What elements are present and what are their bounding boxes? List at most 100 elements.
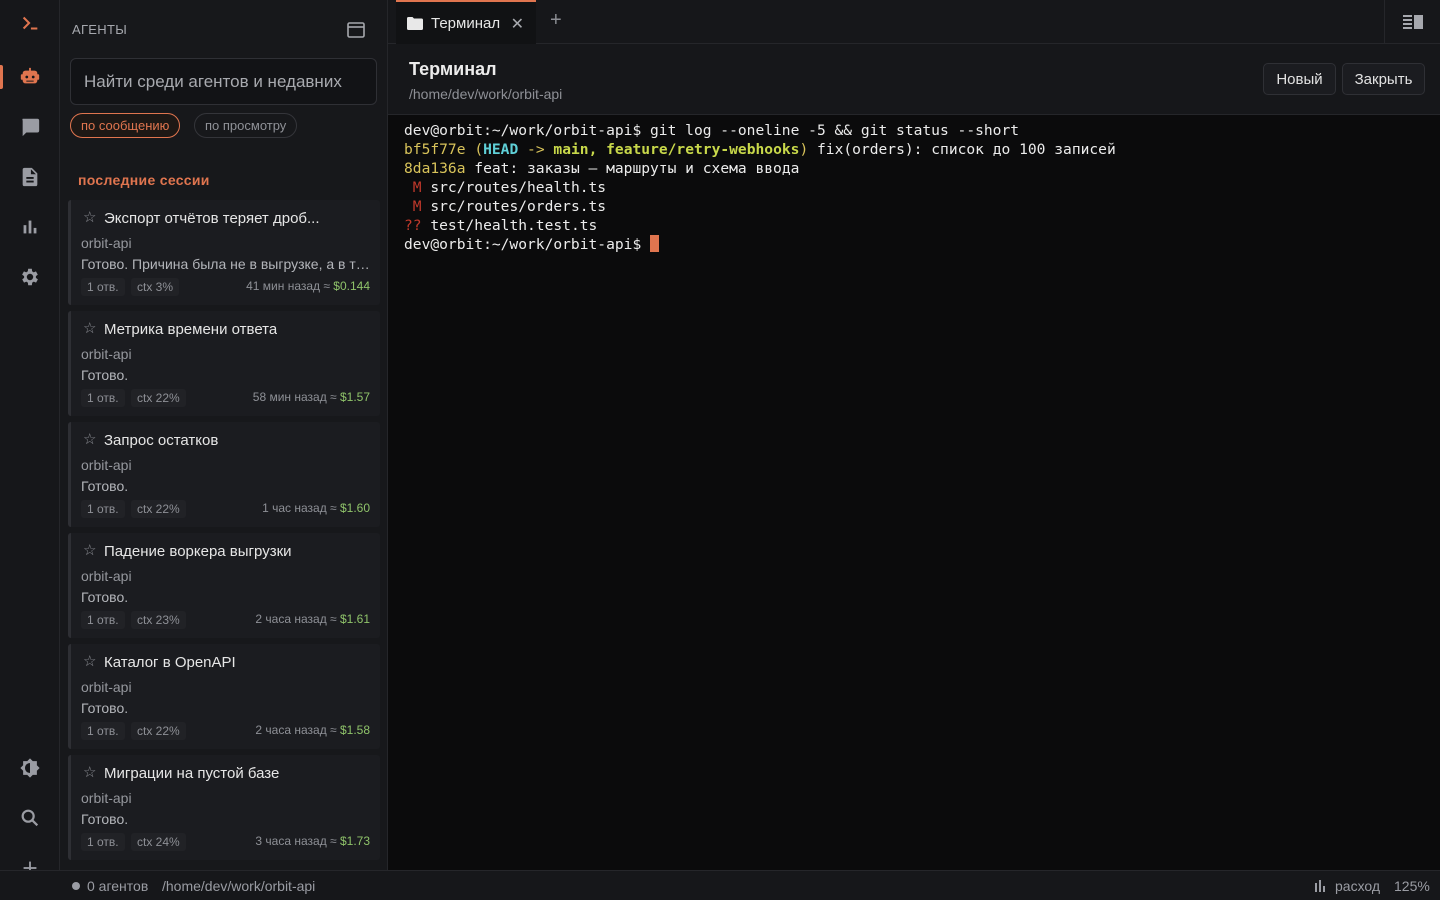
- document-icon[interactable]: [0, 157, 60, 197]
- star-icon[interactable]: ☆: [83, 652, 96, 670]
- session-meta: 58 мин назад ≈ $1.57: [253, 390, 370, 404]
- session-preview: Готово.: [81, 367, 129, 383]
- terminal-header: Терминал /home/dev/work/orbit-api Новый …: [388, 44, 1440, 115]
- status-flag: M: [404, 178, 422, 196]
- tab-terminal[interactable]: Терминал ✕: [396, 0, 536, 44]
- session-ctx: ctx 22%: [131, 500, 186, 518]
- session-replies: 1 отв.: [81, 389, 125, 407]
- star-icon[interactable]: ☆: [83, 208, 96, 226]
- prompt: dev@orbit:~/work/orbit-api$: [404, 122, 651, 139]
- session-card[interactable]: ☆ Метрика времени ответа orbit-api Готов…: [68, 311, 380, 416]
- terminal-prompt-icon[interactable]: [0, 3, 60, 43]
- session-card[interactable]: ☆ Запрос остатков orbit-api Готово. 1 от…: [68, 422, 380, 527]
- filter-by-message[interactable]: по сообщению: [70, 113, 181, 138]
- session-repo: orbit-api: [81, 679, 132, 695]
- session-card[interactable]: ☆ Каталог в OpenAPI orbit-api Готово. 1 …: [68, 644, 380, 749]
- session-replies: 1 отв.: [81, 722, 125, 740]
- session-cost: $1.61: [339, 612, 370, 626]
- tab-label: Терминал: [431, 14, 501, 32]
- session-cost: $1.57: [339, 390, 370, 404]
- head-ref: HEAD: [483, 140, 519, 158]
- star-icon[interactable]: ☆: [83, 319, 96, 337]
- session-ctx: ctx 23%: [131, 611, 186, 629]
- recent-sessions-title: последние сессии: [78, 172, 210, 188]
- session-repo: orbit-api: [81, 457, 132, 473]
- usage-button[interactable]: расход: [1335, 878, 1380, 894]
- session-time: 1 час назад ≈: [262, 501, 337, 515]
- tab-bar: Терминал ✕ +: [388, 0, 1440, 44]
- status-path: /home/dev/work/orbit-api: [162, 878, 316, 894]
- session-preview: Готово.: [81, 478, 129, 494]
- session-preview: Готово. Причина была не в выгрузке, а в …: [81, 256, 371, 272]
- session-repo: orbit-api: [81, 568, 132, 584]
- agents-search-input[interactable]: [70, 58, 377, 105]
- session-time: 58 мин назад ≈: [252, 390, 337, 404]
- commit-hash: bf5f77e: [404, 140, 466, 158]
- session-time: 3 часа назад ≈: [255, 834, 337, 848]
- session-cost: $0.144: [333, 279, 370, 293]
- close-icon[interactable]: ✕: [511, 14, 524, 34]
- ref-arrow: ->: [518, 140, 554, 158]
- session-ctx: ctx 22%: [131, 389, 186, 407]
- session-title: Миграции на пустой базе: [104, 765, 280, 782]
- star-icon[interactable]: ☆: [83, 541, 96, 559]
- session-preview: Готово.: [81, 589, 129, 605]
- terminal-line: dev@orbit:~/work/orbit-api$: [404, 235, 1424, 255]
- agents-count[interactable]: 0 агентов: [87, 878, 148, 894]
- star-icon[interactable]: ☆: [83, 763, 96, 781]
- commit-hash: 8da136a: [404, 159, 466, 177]
- sidebar-layout-icon: [1402, 15, 1423, 29]
- folder-icon: [407, 16, 423, 30]
- commit-message: feat: заказы — маршруты и схема ввода: [465, 159, 800, 177]
- session-title: Экспорт отчётов теряет дроб...: [104, 210, 320, 227]
- session-ctx: ctx 24%: [131, 833, 186, 851]
- status-flag: ??: [404, 216, 422, 234]
- usage-chart-icon: [1315, 880, 1325, 892]
- theme-toggle-icon[interactable]: [0, 748, 60, 788]
- session-replies: 1 отв.: [81, 833, 125, 851]
- session-meta: 2 часа назад ≈ $1.58: [255, 723, 370, 737]
- status-flag: M: [404, 197, 422, 215]
- command: git log --oneline -5 && git status --sho…: [650, 122, 1020, 139]
- new-terminal-button[interactable]: Новый: [1263, 63, 1336, 95]
- terminal-path: /home/dev/work/orbit-api: [409, 86, 563, 102]
- star-icon[interactable]: ☆: [83, 430, 96, 448]
- branch-refs: main, feature/retry-webhooks: [553, 140, 800, 158]
- page-title: Терминал: [409, 59, 497, 79]
- bar-chart-icon[interactable]: [0, 207, 60, 247]
- session-ctx: ctx 22%: [131, 722, 186, 740]
- gear-icon[interactable]: [0, 257, 60, 297]
- terminal-cursor: [650, 235, 660, 253]
- session-preview: Готово.: [81, 700, 129, 716]
- session-title: Метрика времени ответа: [104, 321, 278, 338]
- chat-bubble-icon[interactable]: [0, 107, 60, 147]
- session-card[interactable]: ☆ Падение воркера выгрузки orbit-api Гот…: [68, 533, 380, 638]
- session-title: Каталог в OpenAPI: [104, 654, 236, 671]
- session-card[interactable]: ☆ Экспорт отчётов теряет дроб... orbit-a…: [68, 200, 380, 305]
- ref-open: (: [474, 140, 484, 158]
- session-preview: Готово.: [81, 811, 129, 827]
- terminal-line: M src/routes/health.ts: [404, 179, 1424, 198]
- session-repo: orbit-api: [81, 790, 132, 806]
- ref-close: ): [799, 140, 809, 158]
- zoom-level[interactable]: 125%: [1394, 878, 1430, 894]
- agent-status-dot: [72, 882, 80, 890]
- session-title: Падение воркера выгрузки: [104, 543, 292, 560]
- robot-icon[interactable]: [0, 57, 60, 97]
- session-time: 2 часа назад ≈: [255, 723, 337, 737]
- filter-by-view[interactable]: по просмотру: [194, 113, 298, 138]
- session-title: Запрос остатков: [104, 432, 219, 449]
- search-icon[interactable]: [0, 798, 60, 838]
- session-time: 2 часа назад ≈: [255, 612, 337, 626]
- terminal-line: bf5f77e (HEAD -> main, feature/retry-web…: [404, 141, 1424, 160]
- activity-rail: [0, 0, 60, 875]
- new-window-icon[interactable]: [347, 22, 365, 38]
- add-tab-icon[interactable]: +: [550, 9, 562, 32]
- close-terminal-button[interactable]: Закрыть: [1342, 63, 1425, 95]
- session-repo: orbit-api: [81, 346, 132, 362]
- session-card[interactable]: ☆ Миграции на пустой базе orbit-api Гото…: [68, 755, 380, 860]
- layout-toggle-button[interactable]: [1384, 0, 1440, 44]
- panel-header: АГЕНТЫ: [72, 22, 128, 37]
- terminal-output[interactable]: dev@orbit:~/work/orbit-api$ git log --on…: [388, 115, 1440, 870]
- session-meta: 1 час назад ≈ $1.60: [262, 501, 370, 515]
